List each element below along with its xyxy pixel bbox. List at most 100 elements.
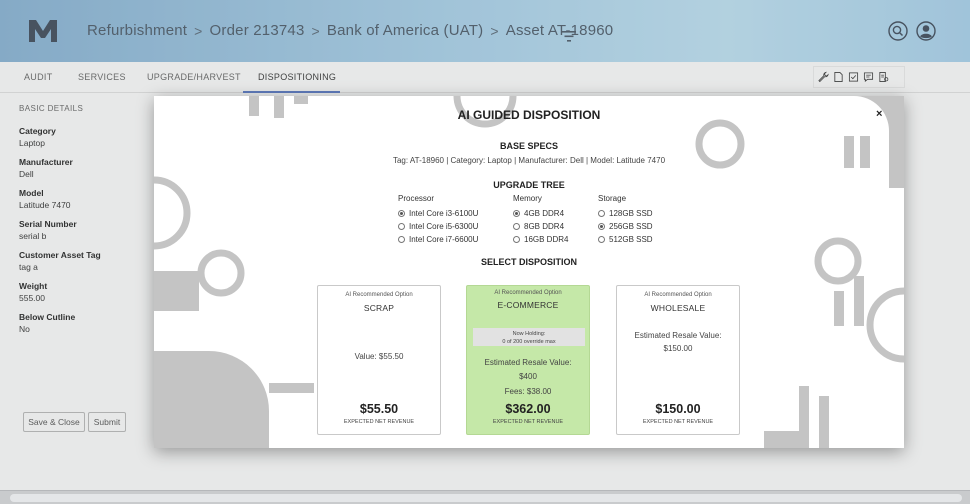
option-label: 4GB DDR4 bbox=[524, 209, 565, 218]
report-icon[interactable] bbox=[878, 71, 889, 83]
card-title: E-COMMERCE bbox=[497, 300, 559, 310]
memory-option[interactable]: 4GB DDR4 bbox=[513, 207, 568, 220]
tab-services[interactable]: SERVICES bbox=[78, 72, 126, 82]
breadcrumb-separator: > bbox=[311, 22, 320, 39]
tool-icons bbox=[813, 66, 905, 88]
radio-button[interactable] bbox=[513, 210, 520, 217]
field-value: 555.00 bbox=[19, 293, 45, 303]
net-revenue-label: EXPECTED NET REVENUE bbox=[642, 419, 714, 425]
radio-button[interactable] bbox=[513, 223, 520, 230]
processor-option[interactable]: Intel Core i5-6300U bbox=[398, 220, 478, 233]
top-header: Refurbishment > Order 213743 > Bank of A… bbox=[0, 0, 970, 62]
user-icon[interactable] bbox=[916, 21, 936, 41]
checkbox-icon[interactable] bbox=[848, 71, 859, 83]
card-title: SCRAP bbox=[363, 303, 395, 313]
breadcrumb: Refurbishment > Order 213743 > Bank of A… bbox=[87, 22, 613, 39]
tab-upgrade-harvest[interactable]: UPGRADE/HARVEST bbox=[147, 72, 241, 82]
net-revenue: $150.00 bbox=[655, 402, 701, 416]
processor-option[interactable]: Intel Core i3-6100U bbox=[398, 207, 478, 220]
wrench-icon[interactable] bbox=[818, 71, 829, 83]
net-revenue-label: EXPECTED NET REVENUE bbox=[492, 419, 564, 425]
close-icon[interactable]: × bbox=[876, 108, 882, 120]
document-icon[interactable] bbox=[833, 71, 844, 83]
scrap-card[interactable]: AI Recommended Option SCRAP Value: $55.5… bbox=[317, 285, 441, 435]
field-label: Model bbox=[19, 188, 44, 198]
base-specs-title: BASE SPECS bbox=[499, 141, 559, 151]
net-revenue: $55.50 bbox=[359, 402, 399, 416]
option-label: 16GB DDR4 bbox=[524, 235, 569, 244]
option-label: Intel Core i5-6300U bbox=[409, 222, 479, 231]
resale-value: $400 bbox=[519, 372, 537, 381]
memory-option[interactable]: 16GB DDR4 bbox=[513, 233, 568, 246]
group-title: Storage bbox=[598, 194, 627, 203]
app-window: Refurbishment > Order 213743 > Bank of A… bbox=[0, 0, 970, 504]
option-label: 128GB SSD bbox=[609, 209, 653, 218]
base-specs-text: Tag: AT-18960 | Category: Laptop | Manuf… bbox=[392, 156, 666, 165]
storage-option[interactable]: 128GB SSD bbox=[598, 207, 653, 220]
tab-dispositioning[interactable]: DISPOSITIONING bbox=[258, 72, 336, 82]
card-title: WHOLESALE bbox=[650, 303, 706, 313]
logo-icon[interactable] bbox=[28, 18, 58, 44]
tab-audit[interactable]: AUDIT bbox=[24, 72, 53, 82]
field-label: Category bbox=[19, 126, 56, 136]
radio-button[interactable] bbox=[398, 236, 405, 243]
tab-bar: AUDIT SERVICES UPGRADE/HARVEST DISPOSITI… bbox=[0, 62, 970, 93]
disposition-modal: AI GUIDED DISPOSITION × BASE SPECS Tag: … bbox=[154, 96, 904, 448]
radio-button[interactable] bbox=[598, 210, 605, 217]
resale-value: $150.00 bbox=[663, 344, 693, 353]
field-label: Manufacturer bbox=[19, 157, 73, 167]
field-label: Below Cutline bbox=[19, 312, 76, 322]
resale-label: Estimated Resale Value: bbox=[634, 331, 722, 340]
upgrade-tree-title: UPGRADE TREE bbox=[493, 180, 565, 190]
processor-group: Processor Intel Core i3-6100U Intel Core… bbox=[398, 194, 478, 246]
submit-button[interactable]: Submit bbox=[88, 412, 126, 432]
field-label: Serial Number bbox=[19, 219, 77, 229]
fees-text: Fees: $38.00 bbox=[504, 387, 552, 396]
field-below-cutline: Below Cutline No bbox=[19, 312, 139, 334]
save-close-button[interactable]: Save & Close bbox=[23, 412, 85, 432]
breadcrumb-separator: > bbox=[490, 22, 499, 39]
filter-icon[interactable] bbox=[561, 28, 577, 44]
radio-button[interactable] bbox=[398, 223, 405, 230]
processor-option[interactable]: Intel Core i7-6600U bbox=[398, 233, 478, 246]
radio-button[interactable] bbox=[598, 223, 605, 230]
holding-line: 0 of 200 override max bbox=[502, 339, 556, 345]
ai-recommended-label: AI Recommended Option bbox=[345, 292, 413, 298]
field-value: tag a bbox=[19, 262, 38, 272]
holding-status: Now Holding: 0 of 200 override max bbox=[473, 328, 585, 346]
breadcrumb-refurbishment[interactable]: Refurbishment bbox=[87, 22, 187, 39]
storage-option[interactable]: 256GB SSD bbox=[598, 220, 653, 233]
field-value: Latitude 7470 bbox=[19, 200, 71, 210]
comment-icon[interactable] bbox=[863, 71, 874, 83]
ai-recommended-label: AI Recommended Option bbox=[644, 292, 712, 298]
net-revenue: $362.00 bbox=[505, 402, 551, 416]
option-label: 256GB SSD bbox=[609, 222, 653, 231]
value-text: Value: $55.50 bbox=[354, 352, 404, 361]
group-title: Processor bbox=[398, 194, 435, 203]
breadcrumb-client[interactable]: Bank of America (UAT) bbox=[327, 22, 483, 39]
horizontal-scrollbar[interactable] bbox=[0, 490, 970, 504]
search-icon[interactable] bbox=[888, 21, 908, 41]
storage-option[interactable]: 512GB SSD bbox=[598, 233, 653, 246]
scrollbar-thumb[interactable] bbox=[10, 494, 962, 502]
field-value: serial b bbox=[19, 231, 47, 241]
wholesale-card[interactable]: AI Recommended Option WHOLESALE Estimate… bbox=[616, 285, 740, 435]
field-value: No bbox=[19, 324, 30, 334]
option-label: 512GB SSD bbox=[609, 235, 653, 244]
breadcrumb-asset: Asset AT-18960 bbox=[505, 22, 614, 39]
memory-option[interactable]: 8GB DDR4 bbox=[513, 220, 568, 233]
basic-details-title: BASIC DETAILS bbox=[19, 104, 84, 113]
field-customer-asset-tag: Customer Asset Tag tag a bbox=[19, 250, 139, 272]
ecommerce-card[interactable]: AI Recommended Option E-COMMERCE Now Hol… bbox=[466, 285, 590, 435]
memory-group: Memory 4GB DDR4 8GB DDR4 16GB DDR4 bbox=[513, 194, 568, 246]
radio-button[interactable] bbox=[598, 236, 605, 243]
select-disposition-title: SELECT DISPOSITION bbox=[480, 257, 577, 267]
basic-details-panel: BASIC DETAILS Category Laptop Manufactur… bbox=[19, 104, 139, 343]
breadcrumb-separator: > bbox=[194, 22, 203, 39]
radio-button[interactable] bbox=[398, 210, 405, 217]
field-category: Category Laptop bbox=[19, 126, 139, 148]
breadcrumb-order[interactable]: Order 213743 bbox=[210, 22, 305, 39]
net-revenue-label: EXPECTED NET REVENUE bbox=[343, 419, 415, 425]
holding-line: Now Holding: bbox=[512, 331, 546, 337]
radio-button[interactable] bbox=[513, 236, 520, 243]
